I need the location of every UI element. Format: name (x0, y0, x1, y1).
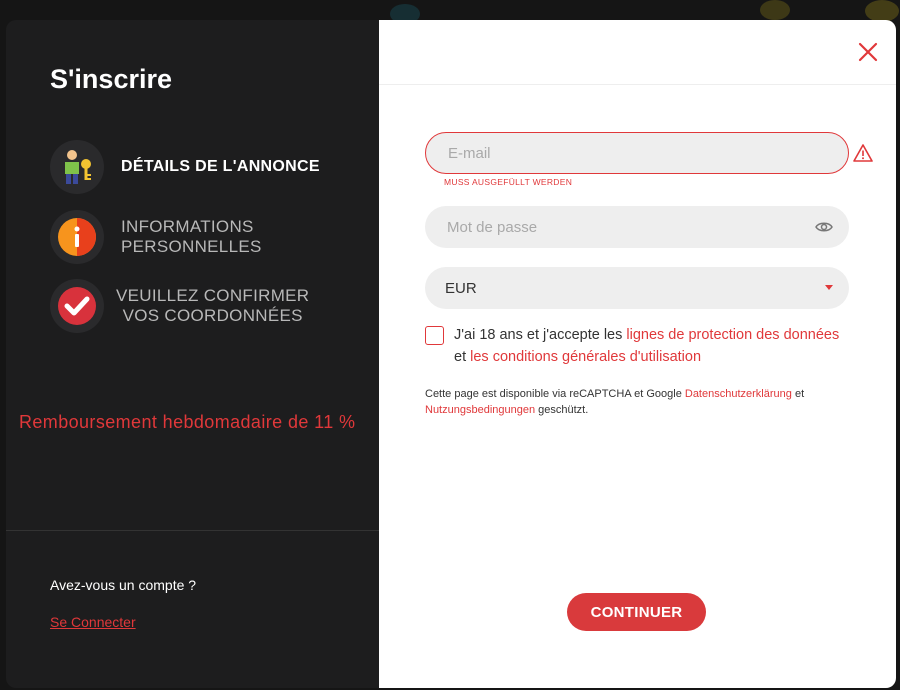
agree-prefix: J'ai 18 ans et j'accepte les (454, 327, 627, 343)
eye-icon[interactable] (815, 218, 833, 240)
privacy-link[interactable]: lignes de protection des données (626, 327, 839, 343)
recaptcha-privacy-link[interactable]: Datenschutzerklärung (685, 388, 792, 400)
login-link[interactable]: Se Connecter (50, 614, 136, 630)
close-icon[interactable] (856, 40, 880, 64)
recaptcha-suffix: geschützt. (535, 404, 589, 416)
password-input[interactable] (445, 217, 779, 237)
divider (379, 84, 896, 85)
currency-select[interactable]: EUR (425, 267, 849, 309)
step-label-ad-details: DÉTAILS DE L'ANNONCE (121, 158, 320, 175)
background-decoration (760, 0, 790, 20)
recaptcha-notice: Cette page est disponible via reCAPTCHA … (425, 386, 825, 418)
step-confirm-details: VEUILLEZ CONFIRMER VOS COORDONNÉES (50, 279, 309, 333)
currency-selected-value: EUR (445, 279, 477, 297)
user-key-icon (50, 140, 104, 194)
step-label-line: INFORMATIONS (121, 217, 254, 236)
chevron-down-icon (825, 285, 833, 290)
age-terms-checkbox[interactable] (425, 326, 444, 345)
recaptcha-mid: et (791, 388, 805, 400)
continue-button[interactable]: CONTINUER (567, 593, 706, 631)
recaptcha-terms-link[interactable]: Nutzungsbedingungen (425, 404, 535, 416)
step-label-confirm-details: VEUILLEZ CONFIRMER VOS COORDONNÉES (116, 286, 309, 326)
cashback-promo: Remboursement hebdomadaire de 11 % (19, 412, 356, 432)
step-personal-info: INFORMATIONS PERSONNELLES (50, 210, 262, 264)
recaptcha-prefix: Cette page est disponible via reCAPTCHA … (425, 388, 685, 400)
email-field[interactable] (425, 132, 849, 174)
step-label-line: VOS COORDONNÉES (122, 306, 303, 325)
step-label-line: VEUILLEZ CONFIRMER (116, 286, 310, 305)
checkmark-icon (50, 279, 104, 333)
info-icon (50, 210, 104, 264)
password-field[interactable] (425, 206, 849, 248)
step-label-personal-info: INFORMATIONS PERSONNELLES (121, 217, 262, 257)
background-decoration (865, 0, 899, 22)
terms-link[interactable]: les conditions générales d'utilisation (470, 349, 701, 365)
page-title: S'inscrire (50, 64, 172, 94)
divider (6, 530, 379, 531)
signup-modal: S'inscrire DÉTAILS DE L'ANNONCE INFORMAT… (6, 20, 896, 688)
agree-mid: et (454, 348, 471, 365)
signup-form-panel: MUSS AUSGEFÜLLT WERDEN EUR J'ai 18 ans e… (379, 20, 896, 688)
email-error-message: MUSS AUSGEFÜLLT WERDEN (444, 177, 573, 187)
signup-sidebar: S'inscrire DÉTAILS DE L'ANNONCE INFORMAT… (6, 20, 379, 688)
step-ad-details: DÉTAILS DE L'ANNONCE (50, 140, 320, 194)
have-account-text: Avez-vous un compte ? (50, 577, 197, 593)
step-label-line: PERSONNELLES (121, 237, 262, 256)
warning-icon (853, 143, 873, 163)
email-input[interactable] (446, 143, 780, 163)
age-terms-text: J'ai 18 ans et j'accepte les lignes de p… (454, 325, 854, 368)
